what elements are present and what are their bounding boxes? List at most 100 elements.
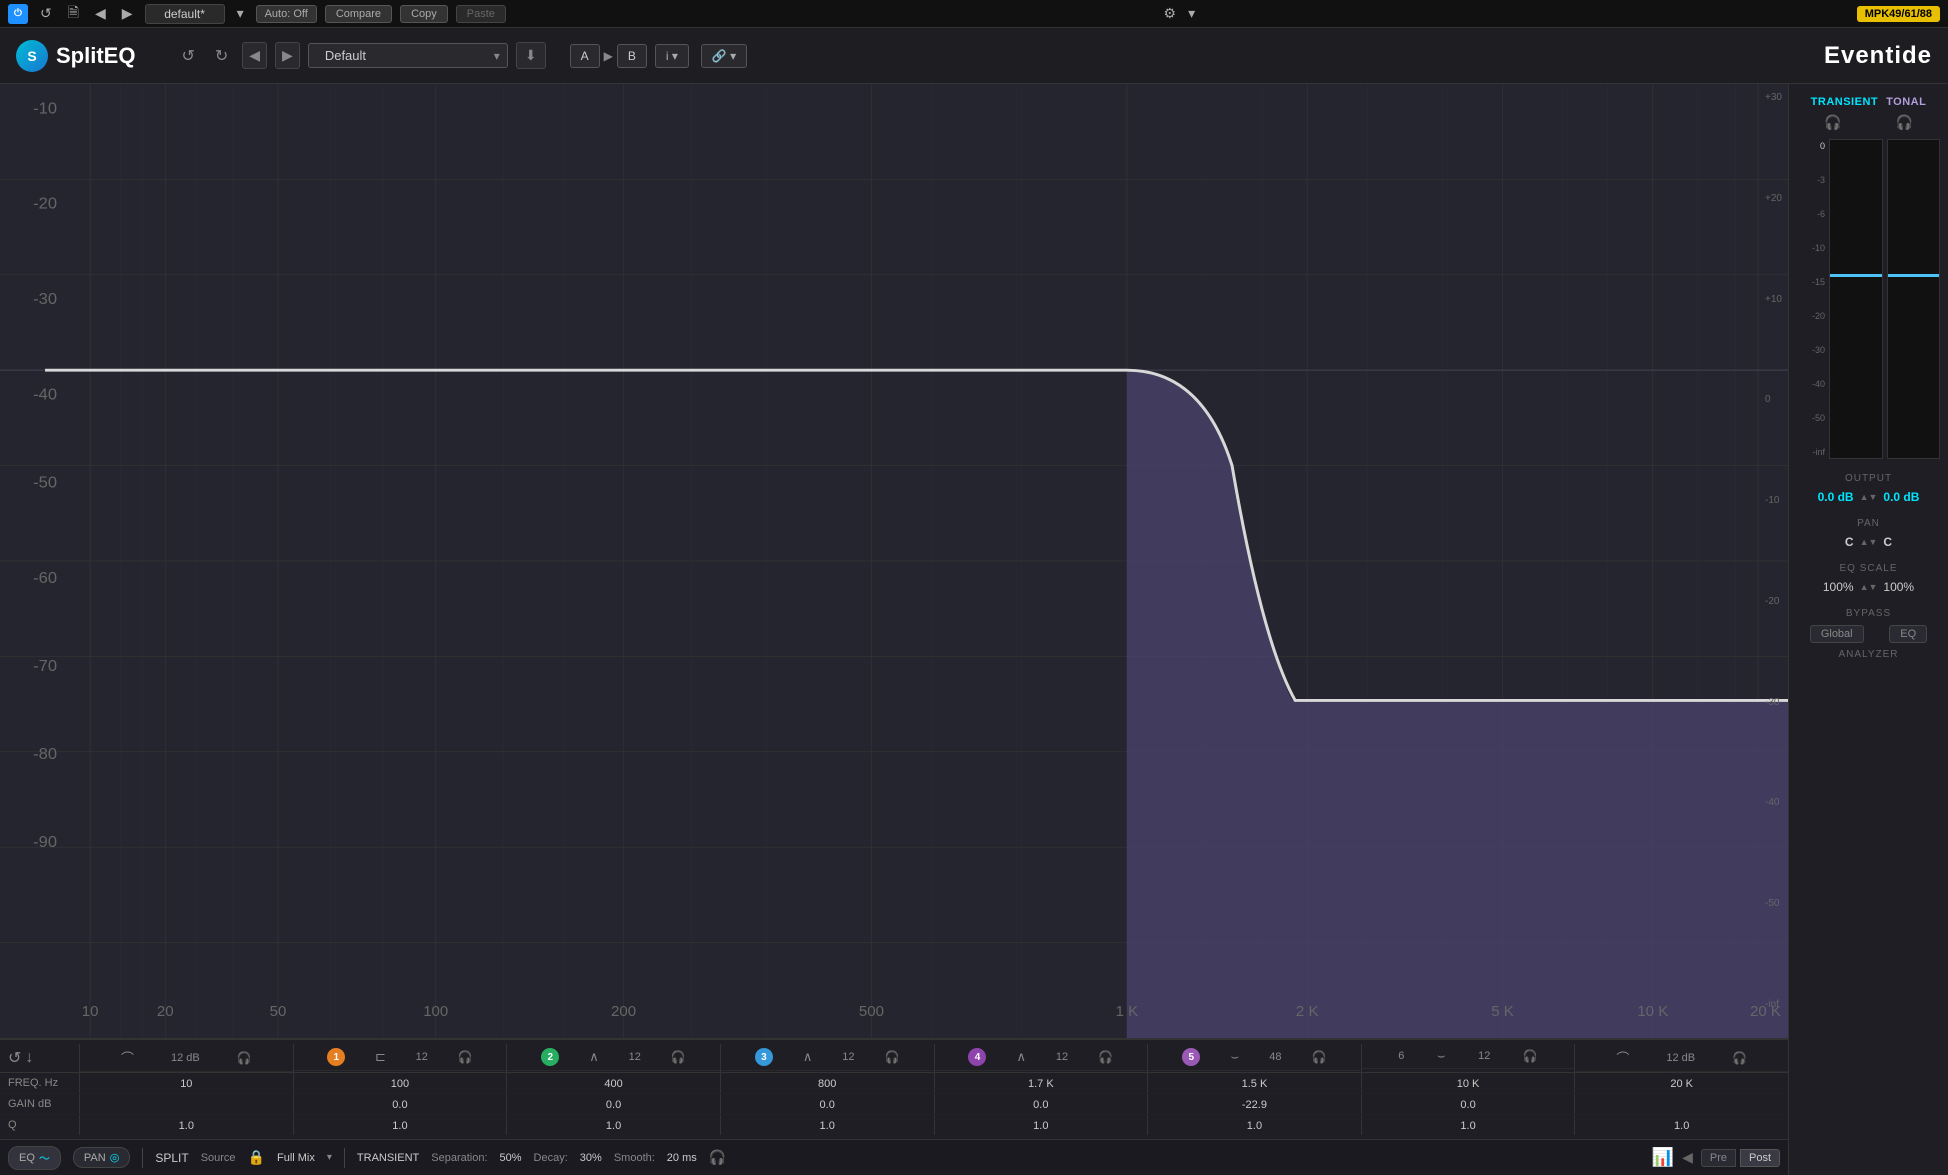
band7-q[interactable]: 1.0: [1575, 1115, 1788, 1135]
auto-button[interactable]: Auto: Off: [256, 5, 317, 23]
band0-q[interactable]: 1.0: [80, 1115, 294, 1135]
band6-headphone[interactable]: 🎧: [1523, 1049, 1538, 1063]
eq-scale-left[interactable]: 100%: [1823, 580, 1854, 594]
preset-name[interactable]: default*: [145, 4, 225, 24]
separation-value[interactable]: 50%: [500, 1152, 522, 1164]
band4-gain[interactable]: 0.0: [935, 1094, 1149, 1114]
next-icon[interactable]: ▶: [118, 3, 137, 24]
prev-icon[interactable]: ◀: [91, 3, 110, 24]
band7-headphone[interactable]: 🎧: [1732, 1051, 1747, 1065]
reset-button[interactable]: ↺: [8, 1048, 21, 1068]
gear-icon[interactable]: ⚙: [1164, 5, 1177, 22]
right-headphone[interactable]: 🎧: [1896, 114, 1913, 131]
redo-button[interactable]: ↻: [209, 42, 234, 70]
transient-tonal-header: TRANSIENT TONAL: [1797, 96, 1940, 108]
band2-headphone[interactable]: 🎧: [671, 1050, 686, 1064]
band1-gain[interactable]: 0.0: [294, 1094, 508, 1114]
save-button[interactable]: ⬇: [516, 42, 546, 69]
eq-graph[interactable]: -10 -20 -30 -40 -50 -60 -70 -80 -90 10 2…: [0, 84, 1788, 1039]
topbar-arrow-icon[interactable]: ▾: [1184, 3, 1199, 24]
output-arrows[interactable]: ▲▼: [1860, 492, 1878, 502]
band6-q[interactable]: 1.0: [1362, 1115, 1576, 1135]
left-headphone[interactable]: 🎧: [1824, 114, 1841, 131]
left-meter-handle[interactable]: [1830, 274, 1882, 277]
lock-icon[interactable]: 🔒: [248, 1149, 265, 1166]
eq-area: -10 -20 -30 -40 -50 -60 -70 -80 -90 10 2…: [0, 84, 1788, 1175]
band5-gain[interactable]: -22.9: [1148, 1094, 1362, 1114]
band1-q[interactable]: 1.0: [294, 1115, 508, 1135]
file-icon[interactable]: 🗎: [64, 0, 83, 28]
band6-freq[interactable]: 10 K: [1362, 1073, 1576, 1093]
transient-button[interactable]: TRANSIENT: [1811, 96, 1878, 108]
band5-freq[interactable]: 1.5 K: [1148, 1073, 1362, 1093]
pan-right-value[interactable]: C: [1883, 535, 1892, 549]
band5-circle[interactable]: 5: [1182, 1048, 1200, 1066]
nav-prev-button[interactable]: ◀: [242, 42, 267, 69]
smooth-value[interactable]: 20 ms: [667, 1152, 697, 1164]
right-meter-handle[interactable]: [1888, 274, 1940, 277]
full-mix-label[interactable]: Full Mix: [277, 1152, 315, 1164]
band7-freq[interactable]: 20 K: [1575, 1073, 1788, 1093]
band2-circle[interactable]: 2: [541, 1048, 559, 1066]
band3-freq[interactable]: 800: [721, 1073, 935, 1093]
band3-gain[interactable]: 0.0: [721, 1094, 935, 1114]
band7-gain[interactable]: [1575, 1094, 1788, 1114]
eq-bypass-button[interactable]: EQ: [1889, 625, 1927, 643]
preset-dropdown[interactable]: Default: [308, 43, 508, 68]
eq-button[interactable]: EQ 〜: [8, 1146, 61, 1170]
band4-freq[interactable]: 1.7 K: [935, 1073, 1149, 1093]
svg-text:-50: -50: [33, 474, 57, 492]
post-button[interactable]: Post: [1740, 1149, 1780, 1167]
down-button[interactable]: ↓: [25, 1049, 33, 1067]
split-label: SPLIT: [155, 1151, 188, 1165]
decay-value[interactable]: 30%: [580, 1152, 602, 1164]
svg-text:-30: -30: [33, 290, 57, 308]
band5-headphone[interactable]: 🎧: [1312, 1050, 1327, 1064]
band7-shape-icon: ⌒: [1616, 1048, 1629, 1067]
bottom-headphone[interactable]: 🎧: [709, 1149, 726, 1166]
band3-headphone[interactable]: 🎧: [885, 1050, 900, 1064]
band3-circle[interactable]: 3: [755, 1048, 773, 1066]
band6-gain[interactable]: 0.0: [1362, 1094, 1576, 1114]
band0-gain[interactable]: [80, 1094, 294, 1114]
eq-scale-right[interactable]: 100%: [1883, 580, 1914, 594]
power-icon[interactable]: ⏻: [8, 4, 28, 24]
band0-headphone[interactable]: 🎧: [237, 1051, 252, 1065]
band1-freq[interactable]: 100: [294, 1073, 508, 1093]
undo-button[interactable]: ↺: [175, 42, 200, 70]
svg-text:100: 100: [423, 1004, 448, 1020]
tonal-button[interactable]: TONAL: [1886, 96, 1926, 108]
band3-q[interactable]: 1.0: [721, 1115, 935, 1135]
eq-scale-arrows[interactable]: ▲▼: [1860, 582, 1878, 592]
info-button[interactable]: i ▾: [655, 44, 689, 68]
band4-q[interactable]: 1.0: [935, 1115, 1149, 1135]
band2-freq[interactable]: 400: [507, 1073, 721, 1093]
output-left-value[interactable]: 0.0 dB: [1818, 490, 1854, 504]
ab-b-button[interactable]: B: [617, 44, 647, 68]
pan-arrows[interactable]: ▲▼: [1860, 537, 1878, 547]
band0-freq[interactable]: 10: [80, 1073, 294, 1093]
link-button[interactable]: 🔗 ▾: [701, 44, 747, 68]
nav-next-button[interactable]: ▶: [275, 42, 300, 69]
prev-arrow-icon[interactable]: ◀: [1682, 1149, 1693, 1166]
ab-a-button[interactable]: A: [570, 44, 600, 68]
bypass-buttons: Global EQ: [1797, 625, 1940, 643]
pan-button[interactable]: PAN ◎: [73, 1147, 130, 1168]
band2-gain[interactable]: 0.0: [507, 1094, 721, 1114]
band4-circle[interactable]: 4: [968, 1048, 986, 1066]
global-bypass-button[interactable]: Global: [1810, 625, 1864, 643]
band4-headphone[interactable]: 🎧: [1098, 1050, 1113, 1064]
compare-button[interactable]: Compare: [325, 5, 392, 23]
band5-q[interactable]: 1.0: [1148, 1115, 1362, 1135]
waveform-icon[interactable]: 📊: [1652, 1147, 1674, 1168]
band2-q[interactable]: 1.0: [507, 1115, 721, 1135]
copy-button[interactable]: Copy: [400, 5, 448, 23]
pan-left-value[interactable]: C: [1845, 535, 1854, 549]
dropdown-icon[interactable]: ▾: [233, 3, 248, 24]
band1-circle[interactable]: 1: [327, 1048, 345, 1066]
loop-icon[interactable]: ↺: [36, 3, 56, 24]
pre-button[interactable]: Pre: [1701, 1149, 1736, 1167]
full-mix-arrow[interactable]: ▾: [327, 1152, 332, 1163]
output-right-value[interactable]: 0.0 dB: [1883, 490, 1919, 504]
band1-headphone[interactable]: 🎧: [458, 1050, 473, 1064]
